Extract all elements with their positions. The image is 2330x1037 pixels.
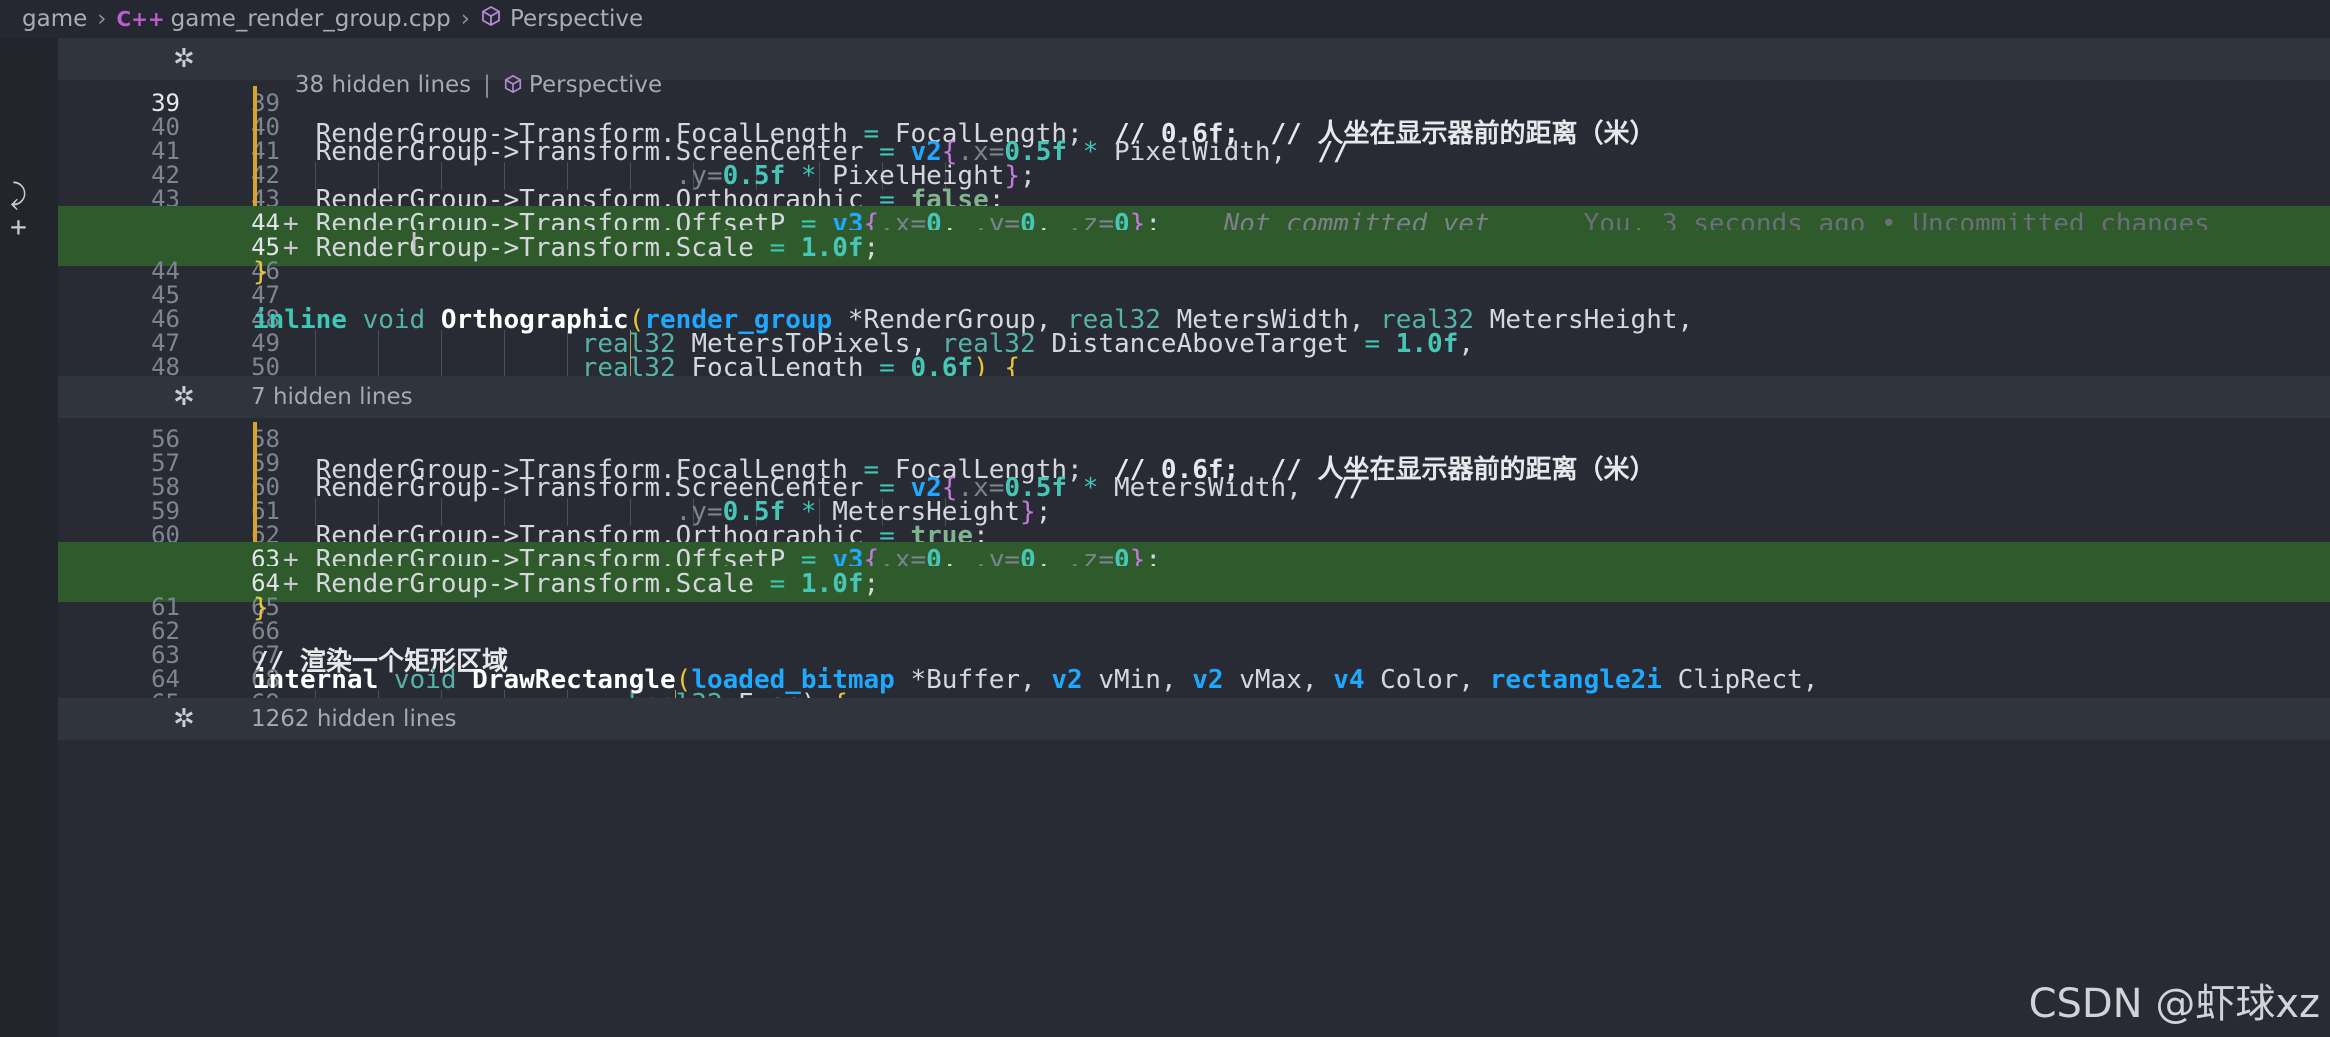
breadcrumb: game › C++ game_render_group.cpp › Persp… <box>0 0 2330 38</box>
hidden-lines-count: 1262 hidden lines <box>251 706 457 732</box>
folded-region[interactable]: ✲ 38 hidden lines | Perspective <box>58 38 2330 98</box>
chevron-right-icon: › <box>460 6 470 32</box>
watermark: CSDN @虾球xz <box>2028 981 2320 1027</box>
add-icon[interactable]: + <box>10 210 27 243</box>
folded-region[interactable]: ✲ 1262 hidden lines <box>58 698 2330 740</box>
folded-region[interactable]: ✲ 7 hidden lines <box>58 376 2330 418</box>
breadcrumb-file[interactable]: game_render_group.cpp <box>171 6 451 32</box>
activity-gutter: ⤸ + <box>0 38 58 1037</box>
revert-icon[interactable]: ⤸ <box>10 178 27 212</box>
unfold-icon[interactable]: ✲ <box>173 704 195 734</box>
breadcrumb-root[interactable]: game <box>22 6 87 32</box>
chevron-right-icon: › <box>97 6 107 32</box>
breadcrumb-symbol[interactable]: Perspective <box>510 6 643 32</box>
code-editor[interactable]: ✲ 38 hidden lines | Perspective 39 39 40 4… <box>58 38 2330 1037</box>
cpp-file-icon: C++ <box>116 7 165 31</box>
hidden-lines-count: 7 hidden lines <box>251 384 413 410</box>
cube-icon <box>480 5 502 33</box>
unfold-icon[interactable]: ✲ <box>173 44 195 74</box>
text-cursor-icon: I <box>410 226 419 259</box>
unfold-icon[interactable]: ✲ <box>173 382 195 412</box>
